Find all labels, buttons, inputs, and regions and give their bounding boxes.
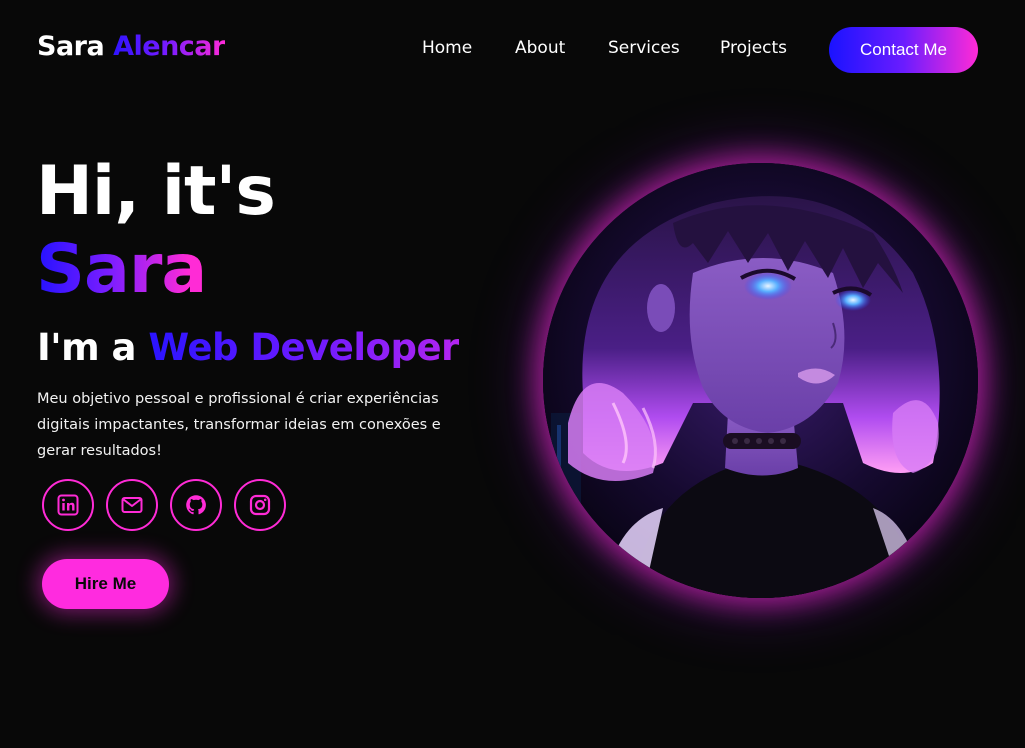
- logo-first-name: Sara: [37, 31, 105, 62]
- linkedin-link[interactable]: [42, 479, 94, 531]
- instagram-icon: [249, 494, 271, 516]
- hero-description: Meu objetivo pessoal e profissional é cr…: [37, 391, 441, 459]
- site-header: Sara Alencar Home About Services Project…: [0, 0, 1025, 98]
- github-icon: [186, 495, 206, 515]
- nav-projects[interactable]: Projects: [720, 38, 787, 58]
- nav-about[interactable]: About: [515, 38, 565, 58]
- email-link[interactable]: [106, 479, 158, 531]
- github-link[interactable]: [170, 479, 222, 531]
- hero-role: I'm a Web Developer: [37, 324, 459, 372]
- site-logo[interactable]: Sara Alencar: [37, 31, 225, 62]
- hire-me-button[interactable]: Hire Me: [42, 559, 169, 609]
- portrait-illustration: [543, 163, 978, 598]
- role-title: Web Developer: [148, 326, 459, 369]
- mail-icon: [121, 497, 143, 513]
- hero-name: Sara: [36, 230, 207, 309]
- nav-services[interactable]: Services: [608, 38, 680, 58]
- logo-last-name: Alencar: [113, 31, 225, 62]
- contact-me-button[interactable]: Contact Me: [829, 27, 978, 73]
- role-prefix: I'm a: [37, 326, 137, 369]
- profile-portrait: [543, 163, 978, 598]
- instagram-link[interactable]: [234, 479, 286, 531]
- linkedin-icon: [57, 494, 79, 516]
- nav-home[interactable]: Home: [422, 38, 472, 58]
- hero-greeting: Hi, it's: [36, 152, 276, 231]
